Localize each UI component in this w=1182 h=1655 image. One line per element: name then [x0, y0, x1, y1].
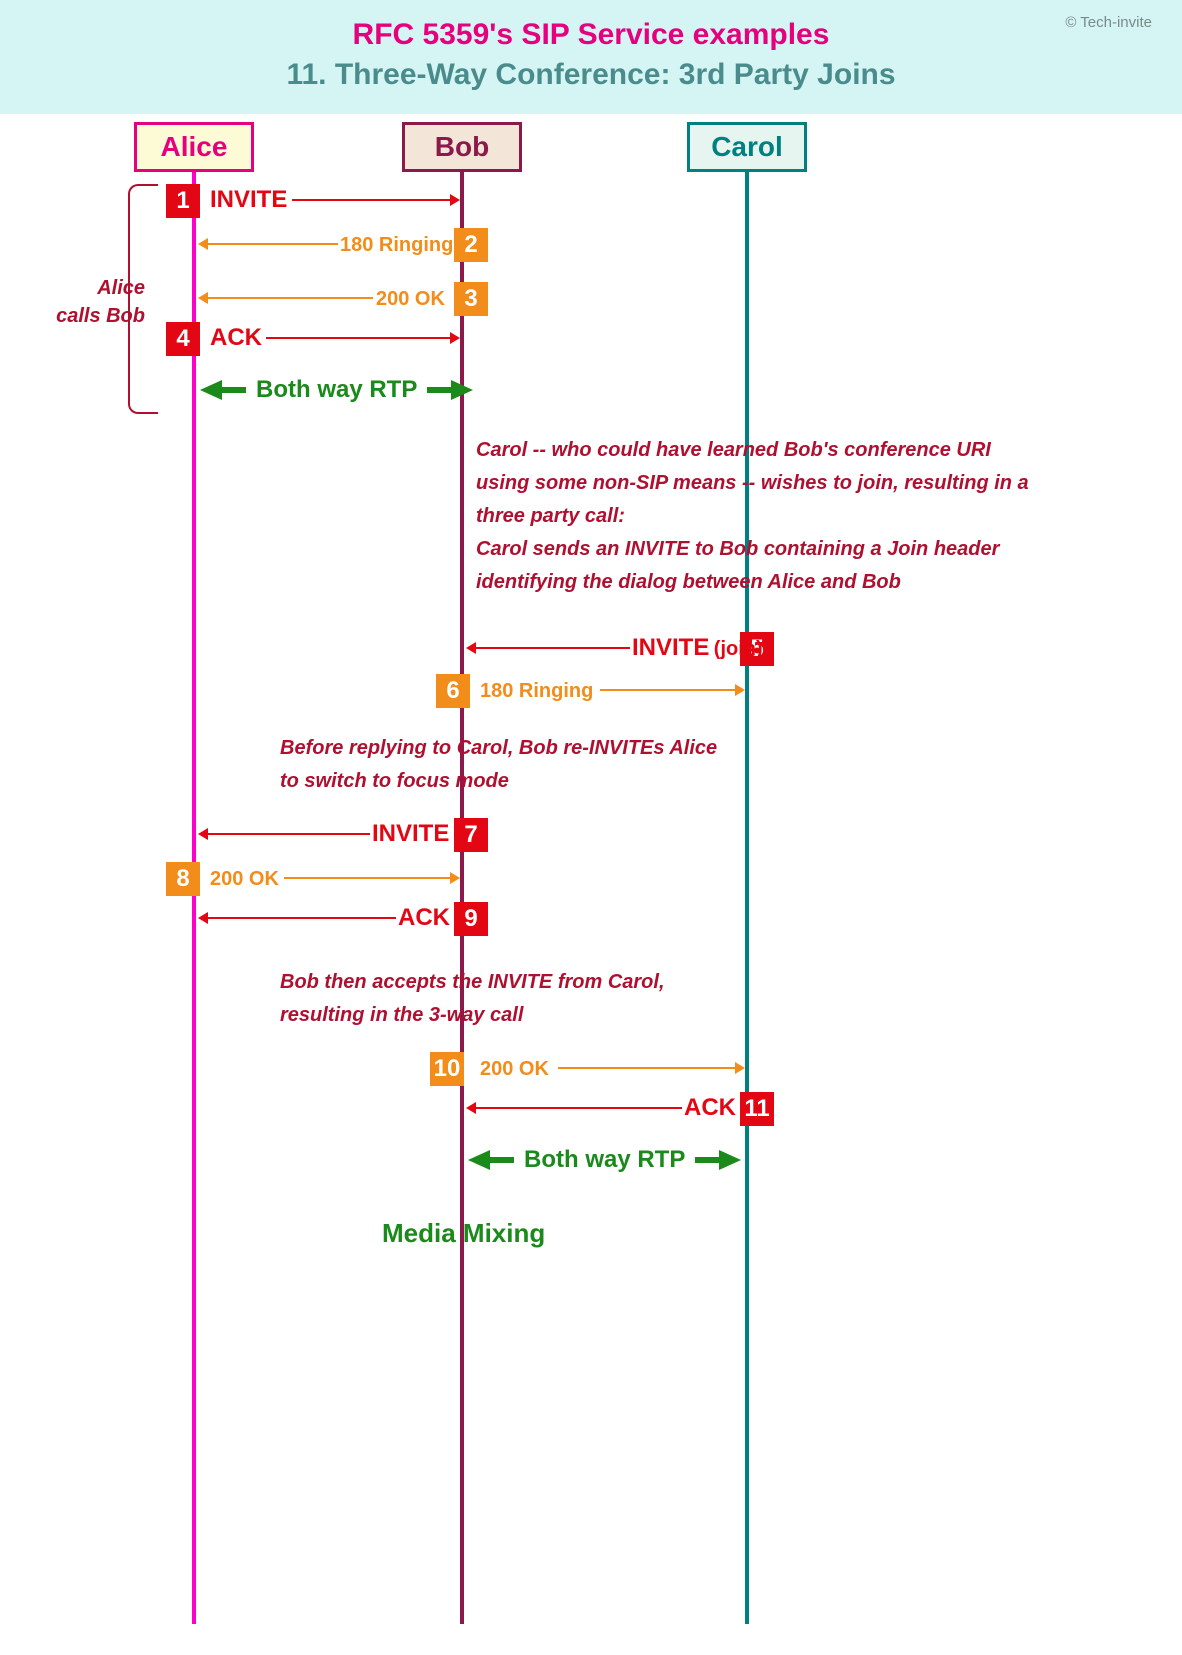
step-3: 3 [454, 282, 488, 316]
arrow-8 [284, 872, 460, 884]
arrow-3 [198, 292, 373, 304]
step-11: 11 [740, 1092, 774, 1126]
rtp-label-bc: Both way RTP [524, 1146, 685, 1174]
arrow-5 [466, 642, 630, 654]
actor-carol: Carol [687, 122, 807, 172]
msg-ok-8: 200 OK [210, 868, 279, 891]
arrow-right-icon [451, 380, 473, 400]
step-4: 4 [166, 322, 200, 356]
msg-ringing-2: 180 Ringing [340, 234, 453, 257]
arrow-9 [198, 912, 396, 924]
step-1: 1 [166, 184, 200, 218]
title-line-1: RFC 5359's SIP Service examples [0, 18, 1182, 52]
msg-invite-7: INVITE [372, 820, 449, 848]
arrow-1 [292, 194, 460, 206]
msg-invite-1: INVITE [210, 186, 287, 214]
side-label: Alice calls Bob [50, 274, 145, 330]
rtp-ab: Both way RTP [200, 376, 473, 404]
arrow-7 [198, 828, 370, 840]
lifeline-bob [460, 144, 464, 1624]
actor-bob: Bob [402, 122, 522, 172]
arrow-6 [600, 684, 745, 696]
copyright: © Tech-invite [1065, 14, 1152, 31]
arrow-2 [198, 238, 338, 250]
header: © Tech-invite RFC 5359's SIP Service exa… [0, 0, 1182, 114]
lifeline-carol [745, 144, 749, 1624]
step-2: 2 [454, 228, 488, 262]
arrow-right-icon [719, 1150, 741, 1170]
arrow-4 [266, 332, 460, 344]
diagram-area: Alice Bob Carol Alice calls Bob 1 INVITE… [0, 114, 1182, 1654]
msg-ok-10: 200 OK [480, 1058, 549, 1081]
msg-ack-11: ACK [684, 1094, 736, 1122]
step-6: 6 [436, 674, 470, 708]
msg-ringing-6: 180 Ringing [480, 680, 593, 703]
actor-alice: Alice [134, 122, 254, 172]
arrow-11 [466, 1102, 682, 1114]
step-8: 8 [166, 862, 200, 896]
msg-ok-3: 200 OK [376, 288, 445, 311]
arrow-10 [558, 1062, 745, 1074]
media-mixing: Media Mixing [382, 1218, 545, 1249]
step-7: 7 [454, 818, 488, 852]
rtp-label-ab: Both way RTP [256, 376, 417, 404]
step-10: 10 [430, 1052, 464, 1086]
rtp-bc: Both way RTP [468, 1146, 741, 1174]
note-bob-reinvites: Before replying to Carol, Bob re-INVITEs… [280, 732, 740, 798]
note-carol-wishes-join: Carol -- who could have learned Bob's co… [476, 434, 1046, 599]
msg-ack-9: ACK [398, 904, 450, 932]
msg-invite-join: INVITE (join) [632, 634, 763, 662]
arrow-left-icon [200, 380, 222, 400]
arrow-left-icon [468, 1150, 490, 1170]
step-9: 9 [454, 902, 488, 936]
title-line-2: 11. Three-Way Conference: 3rd Party Join… [0, 58, 1182, 92]
msg-ack-4: ACK [210, 324, 262, 352]
note-bob-accepts: Bob then accepts the INVITE from Carol, … [280, 966, 740, 1032]
